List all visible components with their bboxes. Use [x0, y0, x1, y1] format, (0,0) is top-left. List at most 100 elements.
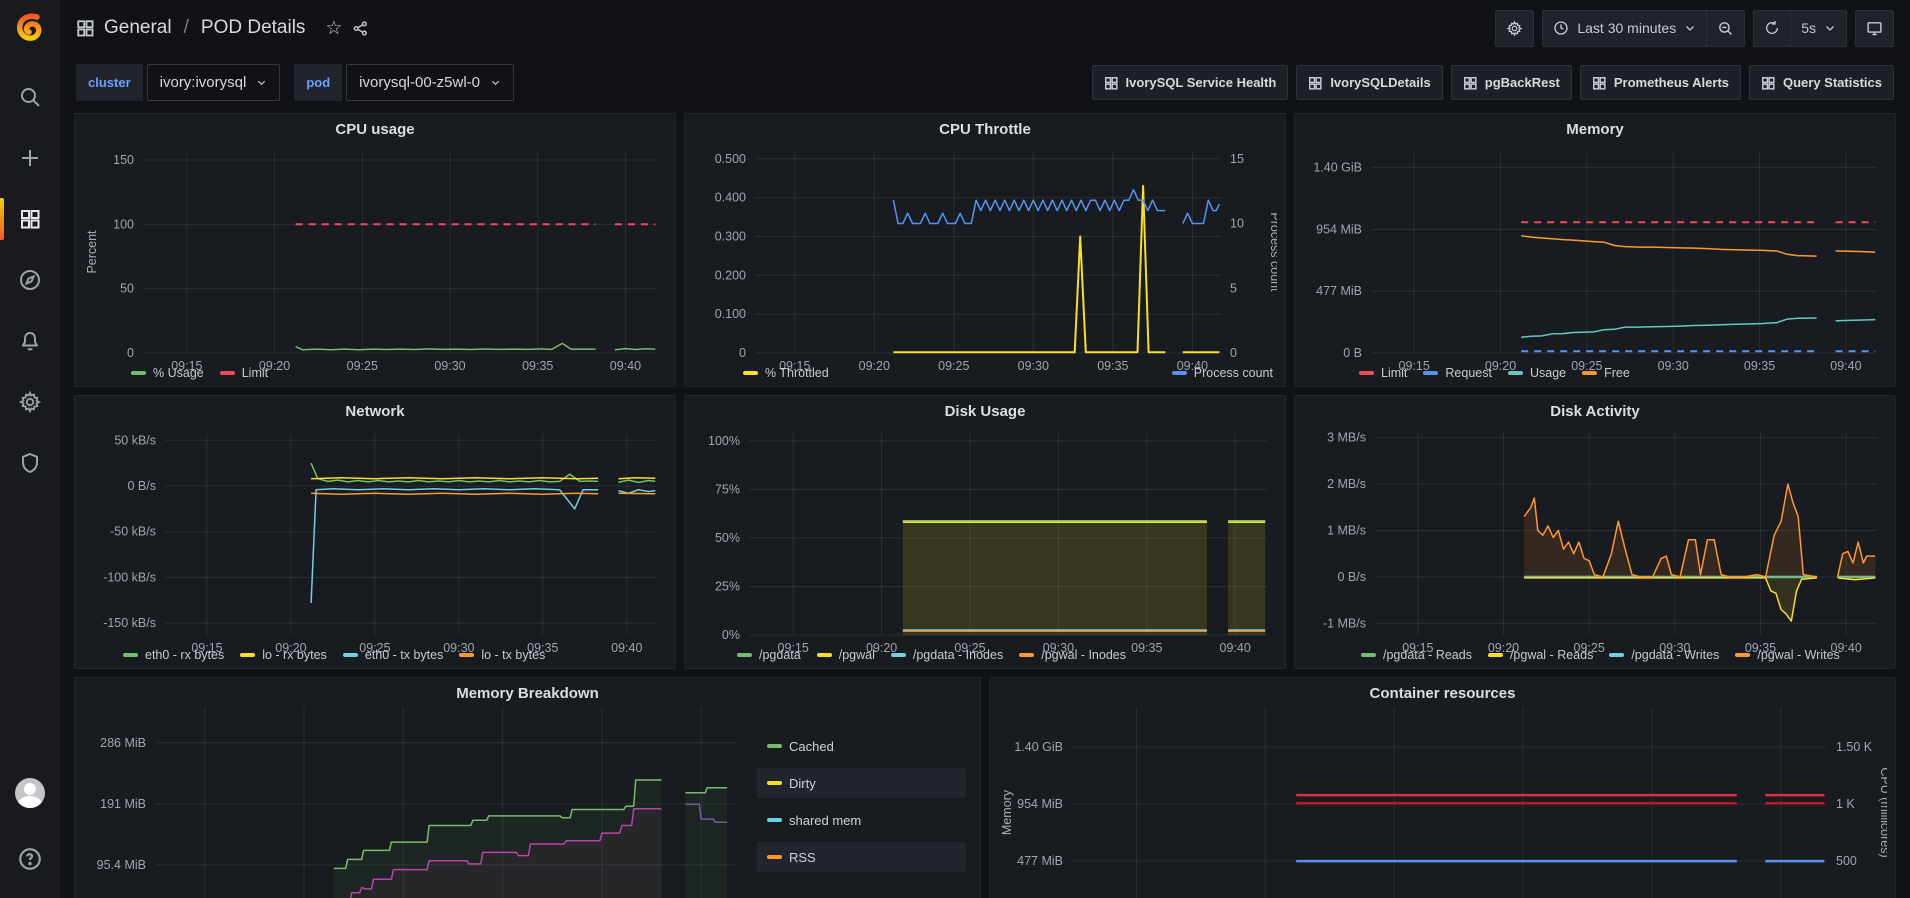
svg-text:1.50 K: 1.50 K	[1836, 740, 1873, 754]
sidebar-item-alerting[interactable]	[0, 316, 60, 366]
panel-title[interactable]: Memory Breakdown	[83, 683, 972, 707]
variable-pod: pod ivorysql-00-z5wl-0	[294, 64, 514, 101]
variable-cluster-select[interactable]: ivory:ivorysql	[147, 64, 281, 101]
sidebar-item-explore[interactable]	[0, 255, 60, 305]
legend-item[interactable]: /pgdata - Writes	[1609, 648, 1719, 662]
legend-item[interactable]: /pgdata	[737, 648, 801, 662]
refresh-interval-label: 5s	[1801, 20, 1816, 36]
cpu-usage-chart[interactable]: 05010015009:1509:2009:2509:3009:3509:40P…	[83, 143, 667, 365]
dashboards-grid-icon	[1761, 76, 1775, 90]
legend-label: /pgdata - Reads	[1383, 648, 1472, 662]
page-title[interactable]: POD Details	[201, 17, 306, 39]
panel-title[interactable]: Disk Activity	[1303, 401, 1887, 425]
breadcrumb-separator: /	[182, 17, 191, 39]
sidebar-item-dashboards[interactable]	[0, 194, 60, 244]
star-icon[interactable]: ☆	[325, 17, 342, 40]
legend-swatch-icon	[737, 653, 752, 657]
svg-text:-150 kB/s: -150 kB/s	[103, 616, 156, 630]
panel-title[interactable]: Network	[83, 401, 667, 425]
memory-breakdown-chart[interactable]: 95.4 MiB191 MiB286 MiB09:1509:2009:2509:…	[83, 707, 747, 898]
sidebar-item-search[interactable]	[0, 72, 60, 122]
legend-item[interactable]: /pgdata - Inodes	[891, 648, 1003, 662]
legend-label: eth0 - tx bytes	[365, 648, 444, 662]
legend-item[interactable]: RSS	[757, 842, 966, 872]
disk-usage-chart[interactable]: 0%25%50%75%100%09:1509:2009:2509:3009:35…	[693, 425, 1277, 647]
legend-item[interactable]: Free	[1582, 366, 1630, 380]
share-icon[interactable]	[352, 20, 369, 37]
refresh-button[interactable]	[1753, 10, 1790, 47]
legend-item[interactable]: Request	[1423, 366, 1492, 380]
legend-label: Free	[1604, 366, 1630, 380]
chart-legend: Cached Dirty shared mem RSS	[747, 707, 972, 898]
legend-item[interactable]: /pgdata - Reads	[1361, 648, 1472, 662]
refresh-interval-picker[interactable]: 5s	[1790, 10, 1847, 47]
time-range-picker[interactable]: Last 30 minutes	[1542, 10, 1706, 47]
variable-pod-value: ivorysql-00-z5wl-0	[359, 74, 480, 91]
legend-item[interactable]: Process count	[1172, 366, 1273, 380]
link-pgbackrest[interactable]: pgBackRest	[1451, 65, 1572, 100]
panel-title[interactable]: Container resources	[998, 683, 1887, 707]
sidebar-item-configuration[interactable]	[0, 377, 60, 427]
legend-item[interactable]: % Usage	[131, 366, 204, 380]
sidebar-item-help[interactable]	[0, 834, 60, 884]
legend-item[interactable]: Cached	[757, 731, 966, 761]
legend-item[interactable]: Usage	[1508, 366, 1566, 380]
gear-icon	[1506, 20, 1523, 37]
sidebar-item-create[interactable]	[0, 133, 60, 183]
legend-item[interactable]: /pgwal - Inodes	[1019, 648, 1126, 662]
legend-swatch-icon	[891, 653, 906, 657]
panel-title[interactable]: Memory	[1303, 119, 1887, 143]
container-resources-chart[interactable]: 477 MiB954 MiB1.40 GiB09:1509:2009:2509:…	[998, 707, 1887, 898]
legend-item[interactable]: Limit	[1359, 366, 1407, 380]
zoom-out-button[interactable]	[1706, 10, 1745, 47]
link-prometheus-alerts[interactable]: Prometheus Alerts	[1580, 65, 1741, 100]
panel-disk-usage: Disk Usage 0%25%50%75%100%09:1509:2009:2…	[684, 395, 1286, 669]
legend-item[interactable]: /pgwal - Writes	[1735, 648, 1839, 662]
legend-swatch-icon	[123, 653, 138, 657]
legend-swatch-icon	[743, 371, 758, 375]
legend-label: /pgdata	[759, 648, 801, 662]
dashboard-settings-button[interactable]	[1495, 10, 1534, 47]
svg-text:954 MiB: 954 MiB	[1316, 222, 1362, 236]
svg-text:-1 MB/s: -1 MB/s	[1323, 616, 1366, 630]
svg-text:5: 5	[1230, 281, 1237, 295]
network-chart[interactable]: 50 kB/s0 B/s-50 kB/s-100 kB/s-150 kB/s09…	[83, 425, 667, 647]
cpu-throttle-chart[interactable]: 00.1000.2000.3000.4000.50009:1509:2009:2…	[693, 143, 1277, 365]
svg-text:0 B/s: 0 B/s	[128, 479, 157, 493]
breadcrumb-section[interactable]: General	[104, 17, 172, 39]
link-query-statistics[interactable]: Query Statistics	[1749, 65, 1894, 100]
sidebar-item-server-admin[interactable]	[0, 438, 60, 488]
svg-text:0.400: 0.400	[715, 191, 746, 205]
svg-text:0.100: 0.100	[715, 307, 746, 321]
svg-text:0.200: 0.200	[715, 268, 746, 282]
legend-item[interactable]: /pgwal - Reads	[1488, 648, 1593, 662]
legend-item[interactable]: % Throttled	[743, 366, 829, 380]
legend-item[interactable]: lo - rx bytes	[240, 648, 327, 662]
legend-item[interactable]: eth0 - tx bytes	[343, 648, 444, 662]
kiosk-mode-button[interactable]	[1855, 10, 1894, 47]
link-ivorysql-service-health[interactable]: IvorySQL Service Health	[1092, 65, 1289, 100]
variable-pod-label: pod	[294, 64, 342, 101]
variable-pod-select[interactable]: ivorysql-00-z5wl-0	[346, 64, 514, 101]
legend-item[interactable]: Limit	[220, 366, 268, 380]
legend-item[interactable]: eth0 - rx bytes	[123, 648, 224, 662]
link-label: pgBackRest	[1485, 75, 1560, 90]
user-avatar[interactable]	[15, 778, 45, 808]
legend-swatch-icon	[767, 781, 782, 785]
link-ivorysqldetails[interactable]: IvorySQLDetails	[1296, 65, 1442, 100]
time-controls: Last 30 minutes	[1542, 10, 1745, 47]
panel-title[interactable]: CPU usage	[83, 119, 667, 143]
legend-swatch-icon	[1609, 653, 1624, 657]
panel-title[interactable]: CPU Throttle	[693, 119, 1277, 143]
disk-activity-chart[interactable]: -1 MB/s0 B/s1 MB/s2 MB/s3 MB/s09:1509:20…	[1303, 425, 1887, 647]
grafana-logo-icon[interactable]	[13, 10, 47, 44]
legend-item[interactable]: shared mem	[757, 805, 966, 835]
svg-text:CPU (millicores): CPU (millicores)	[1878, 767, 1887, 857]
legend-item[interactable]: /pgwal	[817, 648, 875, 662]
chart-legend: /pgdata - Reads/pgwal - Reads/pgdata - W…	[1303, 647, 1887, 665]
memory-chart[interactable]: 0 B477 MiB954 MiB1.40 GiB09:1509:2009:25…	[1303, 143, 1887, 365]
legend-item[interactable]: Dirty	[757, 768, 966, 798]
legend-item[interactable]: lo - tx bytes	[459, 648, 545, 662]
panel-title[interactable]: Disk Usage	[693, 401, 1277, 425]
dashboards-grid-icon	[1104, 76, 1118, 90]
